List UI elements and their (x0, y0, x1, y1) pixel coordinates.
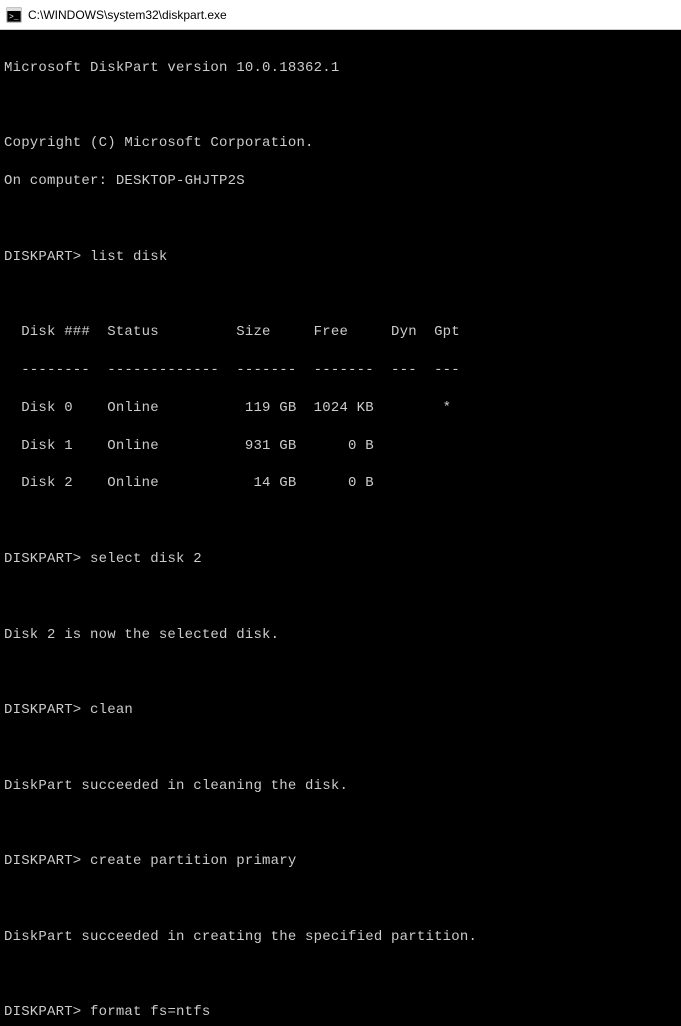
table-row: Disk 0 Online 119 GB 1024 KB * (4, 399, 677, 418)
blank-line (4, 890, 677, 909)
cmd-format: format fs=ntfs (90, 1004, 210, 1020)
msg-clean-ok: DiskPart succeeded in cleaning the disk. (4, 777, 677, 796)
cmd-create-partition: create partition primary (90, 853, 296, 869)
blank-line (4, 588, 677, 607)
prompt: DISKPART> (4, 1004, 81, 1020)
window-title: C:\WINDOWS\system32\diskpart.exe (28, 8, 227, 22)
cmd-select-disk: select disk 2 (90, 551, 202, 567)
computer-line: On computer: DESKTOP-GHJTP2S (4, 172, 677, 191)
cmd-clean: clean (90, 702, 133, 718)
console-icon: >_ (6, 7, 22, 23)
table-divider: -------- ------------- ------- ------- -… (4, 361, 677, 380)
copyright-line: Copyright (C) Microsoft Corporation. (4, 134, 677, 153)
msg-partition-ok: DiskPart succeeded in creating the speci… (4, 928, 677, 947)
prompt: DISKPART> (4, 702, 81, 718)
blank-line (4, 815, 677, 834)
prompt-line: DISKPART> list disk (4, 248, 677, 267)
prompt-line: DISKPART> format fs=ntfs (4, 1003, 677, 1022)
prompt: DISKPART> (4, 249, 81, 265)
blank-line (4, 97, 677, 116)
version-line: Microsoft DiskPart version 10.0.18362.1 (4, 59, 677, 78)
prompt-line: DISKPART> clean (4, 701, 677, 720)
table-header: Disk ### Status Size Free Dyn Gpt (4, 323, 677, 342)
prompt: DISKPART> (4, 551, 81, 567)
blank-line (4, 739, 677, 758)
terminal-output[interactable]: Microsoft DiskPart version 10.0.18362.1 … (0, 30, 681, 1026)
msg-selected: Disk 2 is now the selected disk. (4, 626, 677, 645)
svg-text:>_: >_ (9, 13, 19, 22)
blank-line (4, 663, 677, 682)
blank-line (4, 966, 677, 985)
blank-line (4, 286, 677, 305)
prompt: DISKPART> (4, 853, 81, 869)
blank-line (4, 210, 677, 229)
table-row: Disk 2 Online 14 GB 0 B (4, 474, 677, 493)
table-row: Disk 1 Online 931 GB 0 B (4, 437, 677, 456)
blank-line (4, 512, 677, 531)
prompt-line: DISKPART> select disk 2 (4, 550, 677, 569)
window-titlebar[interactable]: >_ C:\WINDOWS\system32\diskpart.exe (0, 0, 681, 30)
cmd-list-disk: list disk (90, 249, 167, 265)
prompt-line: DISKPART> create partition primary (4, 852, 677, 871)
